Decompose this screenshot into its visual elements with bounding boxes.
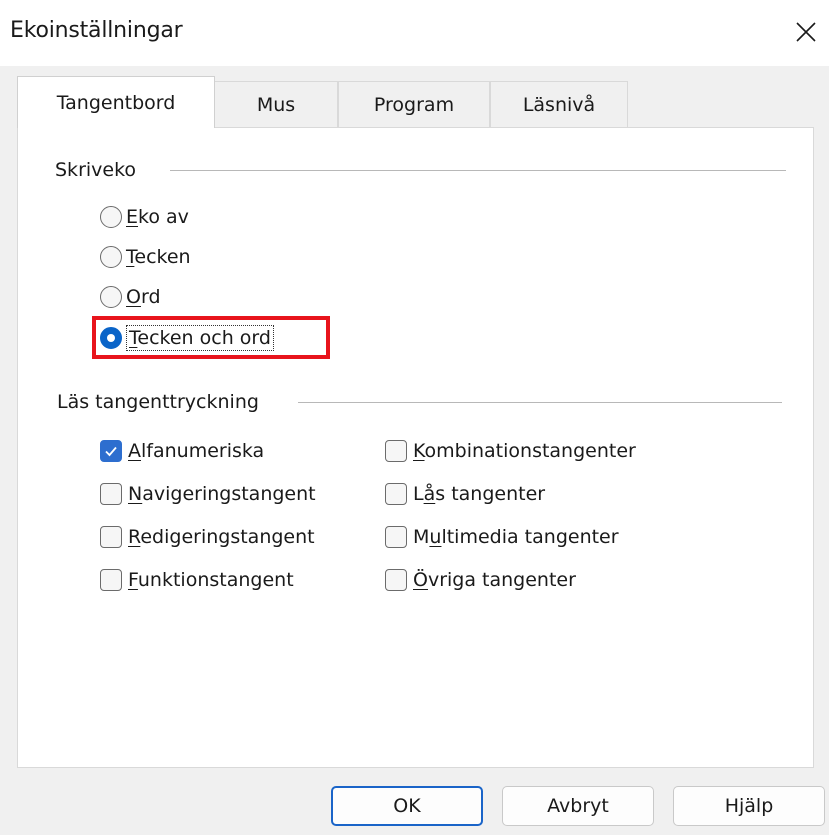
checkbox-las-tangenter[interactable]: Lås tangenter bbox=[385, 479, 545, 509]
radio-ord[interactable]: Ord bbox=[100, 282, 161, 312]
checkbox-label: Navigeringstangent bbox=[128, 483, 316, 505]
radio-button[interactable] bbox=[100, 246, 122, 268]
checkbox[interactable] bbox=[385, 569, 407, 591]
radio-label: Eko av bbox=[126, 206, 189, 228]
radio-tecken[interactable]: Tecken bbox=[100, 242, 191, 272]
title-bar: Ekoinställningar bbox=[0, 0, 829, 66]
tab-lasniva[interactable]: Läsnivå bbox=[490, 81, 628, 127]
checkbox-alfanumeriska[interactable]: Alfanumeriska bbox=[100, 436, 264, 466]
checkbox-funktionstangent[interactable]: Funktionstangent bbox=[100, 565, 294, 595]
radio-eko-av[interactable]: Eko av bbox=[100, 202, 189, 232]
checkbox[interactable] bbox=[100, 569, 122, 591]
checkmark-icon bbox=[105, 446, 117, 457]
group-heading-skriveko: Skriveko bbox=[55, 159, 143, 181]
checkbox-label: Övriga tangenter bbox=[413, 569, 576, 591]
checkbox-ovriga-tangenter[interactable]: Övriga tangenter bbox=[385, 565, 576, 595]
close-icon bbox=[796, 22, 816, 42]
radio-button[interactable] bbox=[100, 206, 122, 228]
checkbox-multimedia-tangenter[interactable]: Multimedia tangenter bbox=[385, 522, 619, 552]
tab-mus[interactable]: Mus bbox=[214, 81, 338, 127]
checkbox[interactable] bbox=[100, 526, 122, 548]
tab-program[interactable]: Program bbox=[338, 81, 490, 127]
checkbox[interactable] bbox=[100, 483, 122, 505]
checkbox-label: Alfanumeriska bbox=[128, 440, 265, 462]
checkbox[interactable] bbox=[385, 483, 407, 505]
checkbox-label: Redigeringstangent bbox=[128, 526, 315, 548]
tab-label: Program bbox=[373, 93, 455, 116]
checkbox[interactable] bbox=[385, 440, 407, 462]
help-button[interactable]: Hjälp bbox=[673, 786, 825, 826]
tab-label: Tangentbord bbox=[56, 91, 176, 114]
group-heading-las-tangenttryckning: Läs tangenttryckning bbox=[57, 391, 265, 413]
checkbox[interactable] bbox=[100, 440, 122, 462]
close-button[interactable] bbox=[783, 10, 829, 54]
ok-button[interactable]: OK bbox=[331, 786, 483, 826]
cancel-button[interactable]: Avbryt bbox=[502, 786, 654, 826]
tab-tangentbord[interactable]: Tangentbord bbox=[17, 76, 215, 128]
radio-label: Tecken bbox=[126, 246, 191, 268]
group-divider bbox=[298, 402, 782, 403]
radio-label: Ord bbox=[126, 286, 161, 308]
checkbox-label: Funktionstangent bbox=[128, 569, 294, 591]
dialog-window: Ekoinställningar Tangentbord Mus Program… bbox=[0, 0, 829, 835]
checkbox-kombinationstangenter[interactable]: Kombinationstangenter bbox=[385, 436, 636, 466]
tab-label: Mus bbox=[256, 93, 296, 116]
highlight-box bbox=[92, 316, 330, 359]
checkbox-label: Kombinationstangenter bbox=[413, 440, 636, 462]
checkbox-redigeringstangent[interactable]: Redigeringstangent bbox=[100, 522, 315, 552]
radio-button[interactable] bbox=[100, 286, 122, 308]
checkbox-label: Multimedia tangenter bbox=[413, 526, 619, 548]
checkbox-label: Lås tangenter bbox=[413, 483, 546, 505]
checkbox[interactable] bbox=[385, 526, 407, 548]
checkbox-navigeringstangent[interactable]: Navigeringstangent bbox=[100, 479, 316, 509]
tab-label: Läsnivå bbox=[522, 93, 596, 116]
group-divider bbox=[170, 170, 786, 171]
window-title: Ekoinställningar bbox=[10, 18, 183, 43]
